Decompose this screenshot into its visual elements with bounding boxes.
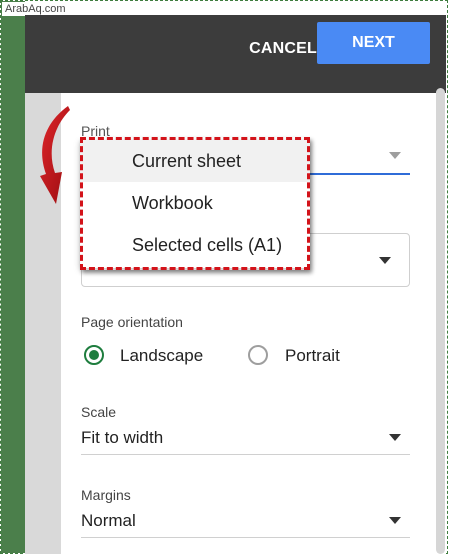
scale-label: Scale: [81, 404, 117, 420]
print-dropdown-menu: Current sheet Workbook Selected cells (A…: [80, 140, 310, 268]
landscape-radio-checked-icon[interactable]: [84, 345, 104, 365]
scale-select[interactable]: Fit to width: [81, 428, 163, 448]
portrait-radio-unchecked-icon[interactable]: [248, 345, 268, 365]
print-dropdown-arrow-icon[interactable]: [389, 152, 401, 159]
orientation-radio-group: Landscape Portrait: [81, 343, 401, 371]
print-label: Print: [81, 123, 110, 139]
margins-underline: [81, 537, 410, 538]
scale-dropdown-arrow-icon[interactable]: [389, 434, 401, 441]
scrollbar[interactable]: [436, 88, 445, 554]
scale-underline: [81, 454, 410, 455]
margins-dropdown-arrow-icon[interactable]: [389, 517, 401, 524]
margins-select[interactable]: Normal: [81, 511, 136, 531]
portrait-label[interactable]: Portrait: [285, 346, 340, 366]
left-border-strip: [1, 1, 25, 553]
watermark: ArabAq.com: [2, 2, 69, 16]
select-dropdown-arrow-icon[interactable]: [379, 257, 391, 264]
dropdown-option-workbook[interactable]: Workbook: [80, 182, 310, 224]
next-button[interactable]: NEXT: [317, 22, 430, 64]
dropdown-option-current-sheet[interactable]: Current sheet: [80, 140, 310, 182]
margins-label: Margins: [81, 487, 131, 503]
curved-red-arrow-icon: [40, 106, 70, 204]
dropdown-option-selected-cells[interactable]: Selected cells (A1): [80, 224, 310, 266]
page-orientation-label: Page orientation: [81, 314, 183, 330]
cancel-button[interactable]: CANCEL: [247, 30, 319, 68]
landscape-label[interactable]: Landscape: [120, 346, 203, 366]
dialog-header: CANCEL NEXT: [25, 15, 446, 93]
